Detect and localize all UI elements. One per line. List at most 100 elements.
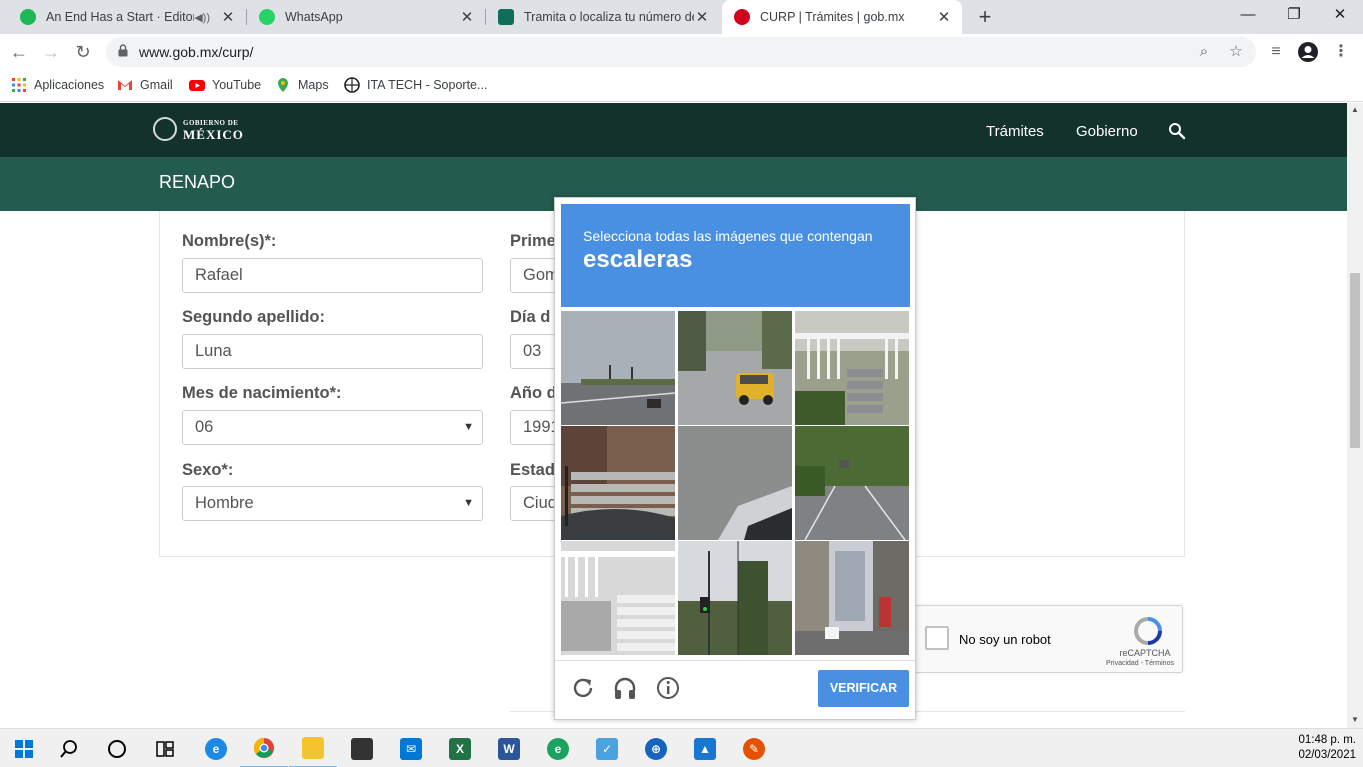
city-street-buildings-photo[interactable] <box>795 541 909 655</box>
challenge-keyword: escaleras <box>583 246 693 273</box>
taskbar-file-explorer[interactable] <box>289 729 337 767</box>
profile-avatar-icon[interactable] <box>1297 41 1319 63</box>
road-surface-photo[interactable] <box>678 426 792 540</box>
scroll-thumb[interactable] <box>1350 273 1360 448</box>
chevron-down-icon: ▼ <box>463 421 474 433</box>
scroll-down-arrow-icon[interactable]: ▼ <box>1347 715 1363 724</box>
clock-time: 01:48 p. m. <box>1298 734 1356 746</box>
photos-icon: ▲ <box>694 737 716 760</box>
search-icon[interactable] <box>1168 122 1186 140</box>
taskbar-app-globe[interactable]: ⊕ <box>632 729 680 767</box>
close-icon[interactable]: ✕ <box>459 8 475 26</box>
field-value: Hombre <box>195 494 254 512</box>
reload-button[interactable]: ↻ <box>71 40 95 64</box>
close-icon[interactable]: ✕ <box>220 8 236 26</box>
bookmark-label: Aplicaciones <box>34 78 105 92</box>
maps-icon <box>278 78 288 92</box>
sexo-select[interactable]: Hombre ▼ <box>182 486 483 521</box>
close-window-button[interactable]: ✕ <box>1317 0 1363 34</box>
tab-whatsapp[interactable]: WhatsApp ✕ <box>247 0 485 34</box>
info-icon[interactable] <box>655 675 681 701</box>
bookmark-star-icon[interactable]: ☆ <box>1226 42 1246 62</box>
field-label: Nombre(s)*: <box>182 232 277 250</box>
tree-lined-road-photo[interactable] <box>795 426 909 540</box>
zoom-icon[interactable]: ⌕ <box>1194 42 1214 62</box>
taskbar-word[interactable]: W <box>485 729 533 767</box>
tab-curp[interactable]: CURP | Trámites | gob.mx ✕ <box>722 0 962 34</box>
taskbar-chrome[interactable] <box>240 729 288 767</box>
reload-challenge-icon[interactable] <box>570 675 596 701</box>
paint-icon: ✎ <box>743 737 765 760</box>
field-label: Sexo*: <box>182 461 234 479</box>
minimize-button[interactable]: — <box>1225 0 1271 34</box>
highway-traffic-photo[interactable] <box>561 311 675 425</box>
taskbar-app-check[interactable]: ✓ <box>583 729 631 767</box>
gobierno-de-mexico-logo[interactable]: GOBIERNO DE MÉXICO <box>153 117 244 141</box>
restore-button[interactable]: ❐ <box>1271 0 1317 34</box>
task-view-button[interactable] <box>141 729 189 767</box>
logo-text-bottom: MÉXICO <box>183 127 244 142</box>
challenge-image-grid <box>561 311 910 656</box>
taskbar-excel[interactable]: X <box>436 729 484 767</box>
nombre-input[interactable]: Rafael <box>182 258 483 293</box>
scroll-up-arrow-icon[interactable]: ▲ <box>1347 105 1363 114</box>
taskbar-internet-explorer[interactable]: e <box>192 729 240 767</box>
tab-tramita[interactable]: Tramita o localiza tu número de s ✕ <box>486 0 720 34</box>
field-label: Día d <box>510 308 551 326</box>
tab-title: An End Has a Start · Editors <box>46 10 195 24</box>
taskbar-edge[interactable]: e <box>534 729 582 767</box>
field-value: Luna <box>195 342 232 360</box>
recaptcha-logo-icon <box>1133 617 1162 645</box>
forward-button[interactable]: → <box>39 40 63 64</box>
bookmark-youtube[interactable]: YouTube <box>189 77 261 93</box>
taskbar-search-button[interactable] <box>45 729 93 767</box>
apps-grid-icon <box>12 78 26 92</box>
white-porch-stairs-photo[interactable] <box>561 541 675 655</box>
bookmark-gmail[interactable]: Gmail <box>117 77 173 93</box>
close-icon[interactable]: ✕ <box>936 8 952 26</box>
windows-start-button[interactable] <box>0 729 48 767</box>
close-icon[interactable]: ✕ <box>694 8 710 26</box>
building-stairs-photo[interactable] <box>561 426 675 540</box>
new-tab-button[interactable]: + <box>974 6 996 28</box>
browser-tab-strip: An End Has a Start · Editors ◀︎)) ✕ What… <box>0 0 1363 34</box>
bookmark-maps[interactable]: Maps <box>275 77 329 93</box>
traffic-light-trees-photo[interactable] <box>678 541 792 655</box>
cortana-circle-icon <box>108 739 126 758</box>
yellow-taxi-street-photo[interactable] <box>678 311 792 425</box>
folder-icon <box>302 736 324 759</box>
headphones-audio-icon[interactable] <box>612 675 638 701</box>
bookmark-apps[interactable]: Aplicaciones <box>11 77 104 93</box>
recaptcha-privacy-links[interactable]: Privacidad - Términos <box>1097 660 1183 667</box>
gmail-icon <box>118 80 132 90</box>
taskbar-photos[interactable]: ▲ <box>681 729 729 767</box>
field-label: Prime <box>510 232 556 250</box>
speaker-muted-icon[interactable]: ◀︎)) <box>194 11 210 24</box>
segundo-apellido-input[interactable]: Luna <box>182 334 483 369</box>
gov-doc-icon <box>498 9 514 25</box>
bookmark-ita-tech[interactable]: ITA TECH - Soporte... <box>344 77 487 93</box>
bookmark-label: Maps <box>298 78 329 92</box>
tab-spotify[interactable]: An End Has a Start · Editors ◀︎)) ✕ <box>8 0 246 34</box>
mes-nacimiento-select[interactable]: 06 ▼ <box>182 410 483 445</box>
edge-icon: e <box>547 737 569 760</box>
ita-tech-icon <box>344 77 360 93</box>
page-scrollbar[interactable]: ▲ ▼ <box>1347 103 1363 728</box>
taskbar-store[interactable] <box>338 729 386 767</box>
back-button[interactable]: ← <box>7 40 31 64</box>
porch-stairs-photo[interactable] <box>795 311 909 425</box>
nav-gobierno[interactable]: Gobierno <box>1076 123 1138 140</box>
address-bar[interactable]: www.gob.mx/curp/ ⌕ ☆ <box>106 37 1256 67</box>
taskbar-paint[interactable]: ✎ <box>730 729 778 767</box>
windows-logo-icon <box>15 739 33 758</box>
recaptcha-checkbox[interactable] <box>925 626 949 650</box>
media-control-icon[interactable]: ≡ <box>1265 41 1287 63</box>
checkmark-app-icon: ✓ <box>596 737 618 760</box>
taskbar-mail[interactable]: ✉ <box>387 729 435 767</box>
chrome-menu-icon[interactable]: ⋮ <box>1330 41 1352 63</box>
system-clock[interactable]: 01:48 p. m. 02/03/2021 <box>1294 733 1356 763</box>
recaptcha-challenge: Selecciona todas las imágenes que conten… <box>554 197 916 720</box>
nav-tramites[interactable]: Trámites <box>986 123 1044 140</box>
verify-button[interactable]: VERIFICAR <box>818 670 909 707</box>
cortana-button[interactable] <box>93 729 141 767</box>
